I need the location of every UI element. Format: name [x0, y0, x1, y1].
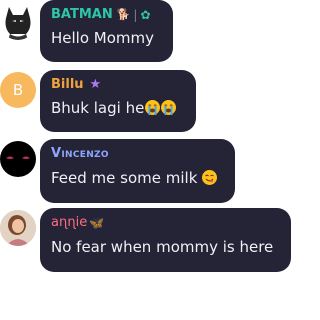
chat-message-billu: B Billu ★ Bhuk lagi he — [0, 70, 291, 132]
user-photo-avatar — [0, 210, 36, 246]
dark-eyes-icon — [6, 156, 30, 159]
avatar-letter: B — [12, 81, 24, 99]
username[interactable]: aɳɳie — [51, 214, 87, 232]
butterfly-badge-icon: 🦋 — [89, 216, 105, 230]
message-text-content: Bhuk lagi he — [51, 99, 145, 117]
message-text: Hello Mommy — [51, 29, 155, 47]
message-text-content: Feed me some milk — [51, 169, 198, 187]
flower-badge-icon: ✿ — [140, 8, 151, 22]
batman-mask-icon — [5, 7, 31, 40]
avatar[interactable]: B — [0, 72, 36, 108]
avatar[interactable] — [0, 4, 36, 40]
dog-badge-icon: 🐕 — [116, 8, 131, 21]
yum-face-emoji — [202, 170, 218, 185]
message-text: No fear when mommy is here — [51, 238, 274, 256]
chat-message-vincenzo: Vincenzo Feed me some milk — [0, 139, 291, 203]
avatar[interactable] — [0, 210, 36, 246]
avatar[interactable] — [0, 141, 36, 177]
message-bubble: aɳɳie 🦋 No fear when mommy is here — [40, 208, 291, 272]
message-bubble: BATMAN 🐕 | ✿ Hello Mommy — [40, 0, 173, 62]
message-text: Bhuk lagi he — [51, 98, 186, 118]
loudly-crying-face-emoji — [161, 100, 177, 115]
username[interactable]: BATMAN — [51, 6, 113, 24]
loudly-crying-face-emoji — [145, 100, 161, 115]
star-badge-icon: ★ — [89, 77, 102, 92]
message-bubble: Billu ★ Bhuk lagi he — [40, 70, 196, 132]
chat-message-batman: BATMAN 🐕 | ✿ Hello Mommy — [0, 0, 291, 62]
username[interactable]: Vincenzo — [51, 145, 109, 163]
message-text: Feed me some milk — [51, 168, 225, 188]
username[interactable]: Billu — [51, 76, 84, 94]
chat-message-list: BATMAN 🐕 | ✿ Hello Mommy B Billu ★ Bhuk … — [0, 0, 291, 320]
badge-divider: | — [133, 8, 138, 22]
chat-message-annie: aɳɳie 🦋 No fear when mommy is here — [0, 208, 291, 272]
message-bubble: Vincenzo Feed me some milk — [40, 139, 235, 203]
